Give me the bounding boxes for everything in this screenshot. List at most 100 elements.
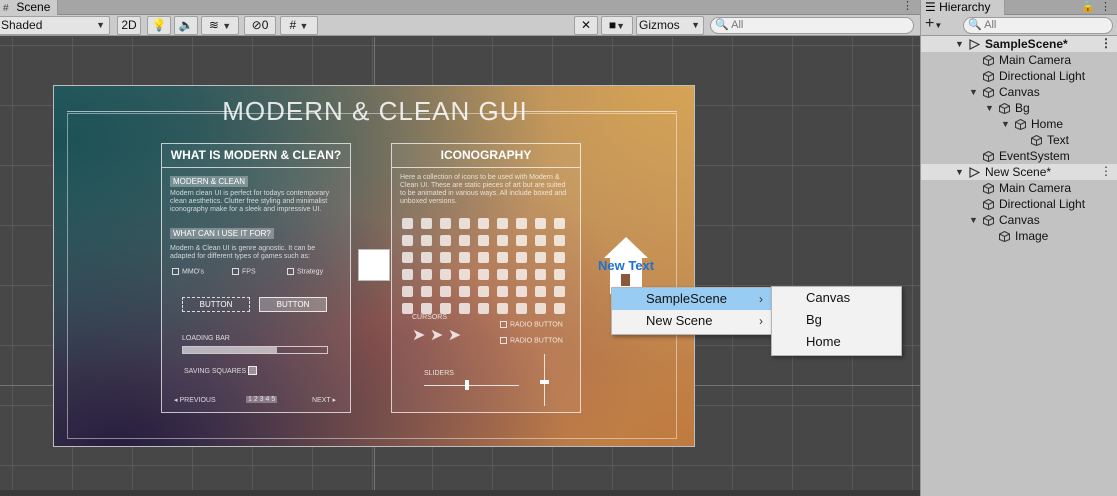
hierarchy-item-label: Bg bbox=[1015, 101, 1030, 115]
gizmos-label: Gizmos bbox=[639, 18, 680, 32]
gameobject-cube-icon bbox=[983, 54, 994, 67]
hierarchy-item[interactable]: Main Camera bbox=[921, 52, 1117, 68]
what-is-panel-title: WHAT IS MODERN & CLEAN? bbox=[162, 144, 350, 168]
expand-arrow-icon[interactable]: ▼ bbox=[955, 36, 964, 52]
gui-sample-icon bbox=[516, 303, 527, 314]
new-text-label[interactable]: New Text bbox=[598, 258, 654, 273]
gui-sample-icon bbox=[440, 303, 451, 314]
radio-button-2[interactable]: RADIO BUTTON bbox=[500, 337, 563, 344]
menu-item-samplescene[interactable]: SampleScene › bbox=[612, 288, 771, 310]
gui-sample-icon bbox=[440, 235, 451, 246]
tools-button[interactable]: ✕ bbox=[574, 16, 598, 35]
hierarchy-item-label: Directional Light bbox=[999, 69, 1086, 83]
hierarchy-item-label: Canvas bbox=[999, 85, 1040, 99]
sliders-label: SLIDERS bbox=[424, 370, 454, 377]
next-link[interactable]: NEXT ▸ bbox=[312, 396, 336, 404]
gui-sample-icon bbox=[478, 218, 489, 229]
menu-item-new-scene[interactable]: New Scene › bbox=[612, 310, 771, 332]
audio-toggle[interactable]: 🔈 bbox=[174, 16, 198, 35]
checkbox-icon bbox=[287, 268, 294, 275]
gui-sample-icon bbox=[459, 252, 470, 263]
horizontal-slider[interactable] bbox=[424, 385, 519, 386]
unity-scene-icon bbox=[969, 38, 981, 50]
vertical-slider-handle[interactable] bbox=[540, 380, 549, 384]
search-icon: 🔍 bbox=[968, 19, 982, 31]
draw-mode-dropdown[interactable]: Shaded ▼ bbox=[0, 16, 110, 35]
submenu-item-canvas[interactable]: Canvas bbox=[772, 287, 901, 309]
add-button[interactable]: +▼ bbox=[925, 16, 957, 34]
radio-button-1[interactable]: RADIO BUTTON bbox=[500, 321, 563, 328]
gizmos-dropdown[interactable]: Gizmos ▼ bbox=[636, 16, 704, 35]
hierarchy-item[interactable]: Image bbox=[921, 228, 1117, 244]
toggle-2d-button[interactable]: 2D bbox=[117, 16, 141, 35]
what-is-panel: WHAT IS MODERN & CLEAN? MODERN & CLEAN M… bbox=[161, 143, 351, 413]
expand-arrow-icon[interactable]: ▼ bbox=[969, 84, 978, 100]
previous-link[interactable]: ◂ PREVIOUS bbox=[174, 396, 216, 404]
tab-hierarchy[interactable]: ☰ Hierarchy bbox=[921, 0, 1005, 15]
gui-sample-icon bbox=[554, 303, 565, 314]
tab-scene[interactable]: # Scene bbox=[0, 0, 58, 15]
eye-slash-icon: ⊘ bbox=[251, 18, 262, 32]
checkbox-icon bbox=[172, 268, 179, 275]
gui-sample-icon bbox=[402, 235, 413, 246]
hierarchy-scene-item[interactable]: ▼ SampleScene* ⋮ bbox=[921, 36, 1117, 52]
checkbox-fps[interactable]: FPS bbox=[232, 268, 256, 275]
page-indicator[interactable]: 1 2 3 4 5 bbox=[246, 396, 278, 403]
gameobject-cube-icon bbox=[983, 198, 994, 211]
chevron-down-icon: ▼ bbox=[616, 21, 626, 31]
scene-options-icon[interactable]: ⋮ bbox=[1100, 164, 1112, 178]
hierarchy-scene-item[interactable]: ▼ New Scene* ⋮ bbox=[921, 164, 1117, 180]
iconography-panel: ICONOGRAPHY Here a collection of icons t… bbox=[391, 143, 581, 413]
hierarchy-item[interactable]: Directional Light bbox=[921, 196, 1117, 212]
checkbox-mmo[interactable]: MMO's bbox=[172, 268, 204, 275]
menu-item-samplescene-label: SampleScene bbox=[646, 291, 727, 306]
gui-sample-icon bbox=[478, 252, 489, 263]
hierarchy-item[interactable]: EventSystem bbox=[921, 148, 1117, 164]
gui-sample-icon bbox=[554, 286, 565, 297]
scene-visibility-toggle[interactable]: ⊘0 bbox=[244, 16, 276, 35]
hierarchy-item[interactable]: ▼ Canvas bbox=[921, 84, 1117, 100]
iconography-panel-title: ICONOGRAPHY bbox=[392, 144, 580, 168]
hierarchy-item[interactable]: ▼ Home bbox=[921, 116, 1117, 132]
lighting-toggle[interactable]: 💡 bbox=[147, 16, 171, 35]
expand-arrow-icon[interactable]: ▼ bbox=[985, 100, 994, 116]
scene-search-input[interactable]: 🔍 All bbox=[710, 17, 914, 34]
chevron-down-icon: ▼ bbox=[222, 21, 232, 31]
editor-window: # Scene ⋮ Shaded ▼ 2D 💡 🔈 ≋ ▼ ⊘0 # ▼ ✕ ■… bbox=[0, 0, 1117, 496]
slider-handle[interactable] bbox=[465, 380, 469, 390]
expand-arrow-icon[interactable]: ▼ bbox=[969, 212, 978, 228]
grid-dropdown[interactable]: # ▼ bbox=[280, 16, 318, 35]
previous-label: PREVIOUS bbox=[179, 397, 216, 404]
hierarchy-search-input[interactable]: 🔍 All bbox=[963, 17, 1113, 34]
hierarchy-item[interactable]: Main Camera bbox=[921, 180, 1117, 196]
image-object[interactable] bbox=[358, 249, 390, 281]
hierarchy-item[interactable]: ▼ Canvas bbox=[921, 212, 1117, 228]
gameobject-cube-icon bbox=[999, 230, 1010, 243]
hierarchy-item[interactable]: Directional Light bbox=[921, 68, 1117, 84]
camera-dropdown[interactable]: ■▼ bbox=[601, 16, 633, 35]
effects-dropdown[interactable]: ≋ ▼ bbox=[201, 16, 239, 35]
modern-clean-paragraph: Modern clean UI is perfect for todays co… bbox=[170, 190, 330, 213]
gui-sample-icon bbox=[440, 269, 451, 280]
lock-icon[interactable]: 🔒 bbox=[1081, 0, 1095, 13]
scene-options-icon[interactable]: ⋮ bbox=[1100, 36, 1112, 50]
gui-button-2[interactable]: BUTTON bbox=[259, 297, 327, 312]
submenu-item-bg[interactable]: Bg bbox=[772, 309, 901, 331]
context-menu: SampleScene › New Scene › bbox=[611, 287, 772, 335]
hierarchy-item[interactable]: ▼ Bg bbox=[921, 100, 1117, 116]
scene-menu-icon[interactable]: ⋮ bbox=[902, 0, 913, 13]
hierarchy-item[interactable]: Text bbox=[921, 132, 1117, 148]
expand-arrow-icon[interactable]: ▼ bbox=[955, 164, 964, 180]
scene-tab-bar: # Scene ⋮ bbox=[0, 0, 920, 15]
expand-arrow-icon[interactable]: ▼ bbox=[1001, 116, 1010, 132]
scene-viewport[interactable]: MODERN & CLEAN GUI WHAT IS MODERN & CLEA… bbox=[0, 37, 920, 496]
gui-sample-icon bbox=[402, 269, 413, 280]
checkbox-strategy[interactable]: Strategy bbox=[287, 268, 323, 275]
menu-item-new-scene-label: New Scene bbox=[646, 313, 713, 328]
gui-button-1[interactable]: BUTTON bbox=[182, 297, 250, 312]
submenu-item-home[interactable]: Home bbox=[772, 331, 901, 353]
hierarchy-menu-icon[interactable]: ⋮ bbox=[1100, 0, 1111, 13]
gui-sample-icon bbox=[535, 286, 546, 297]
next-label: NEXT bbox=[312, 397, 331, 404]
hierarchy-item-label: EventSystem bbox=[999, 149, 1070, 163]
